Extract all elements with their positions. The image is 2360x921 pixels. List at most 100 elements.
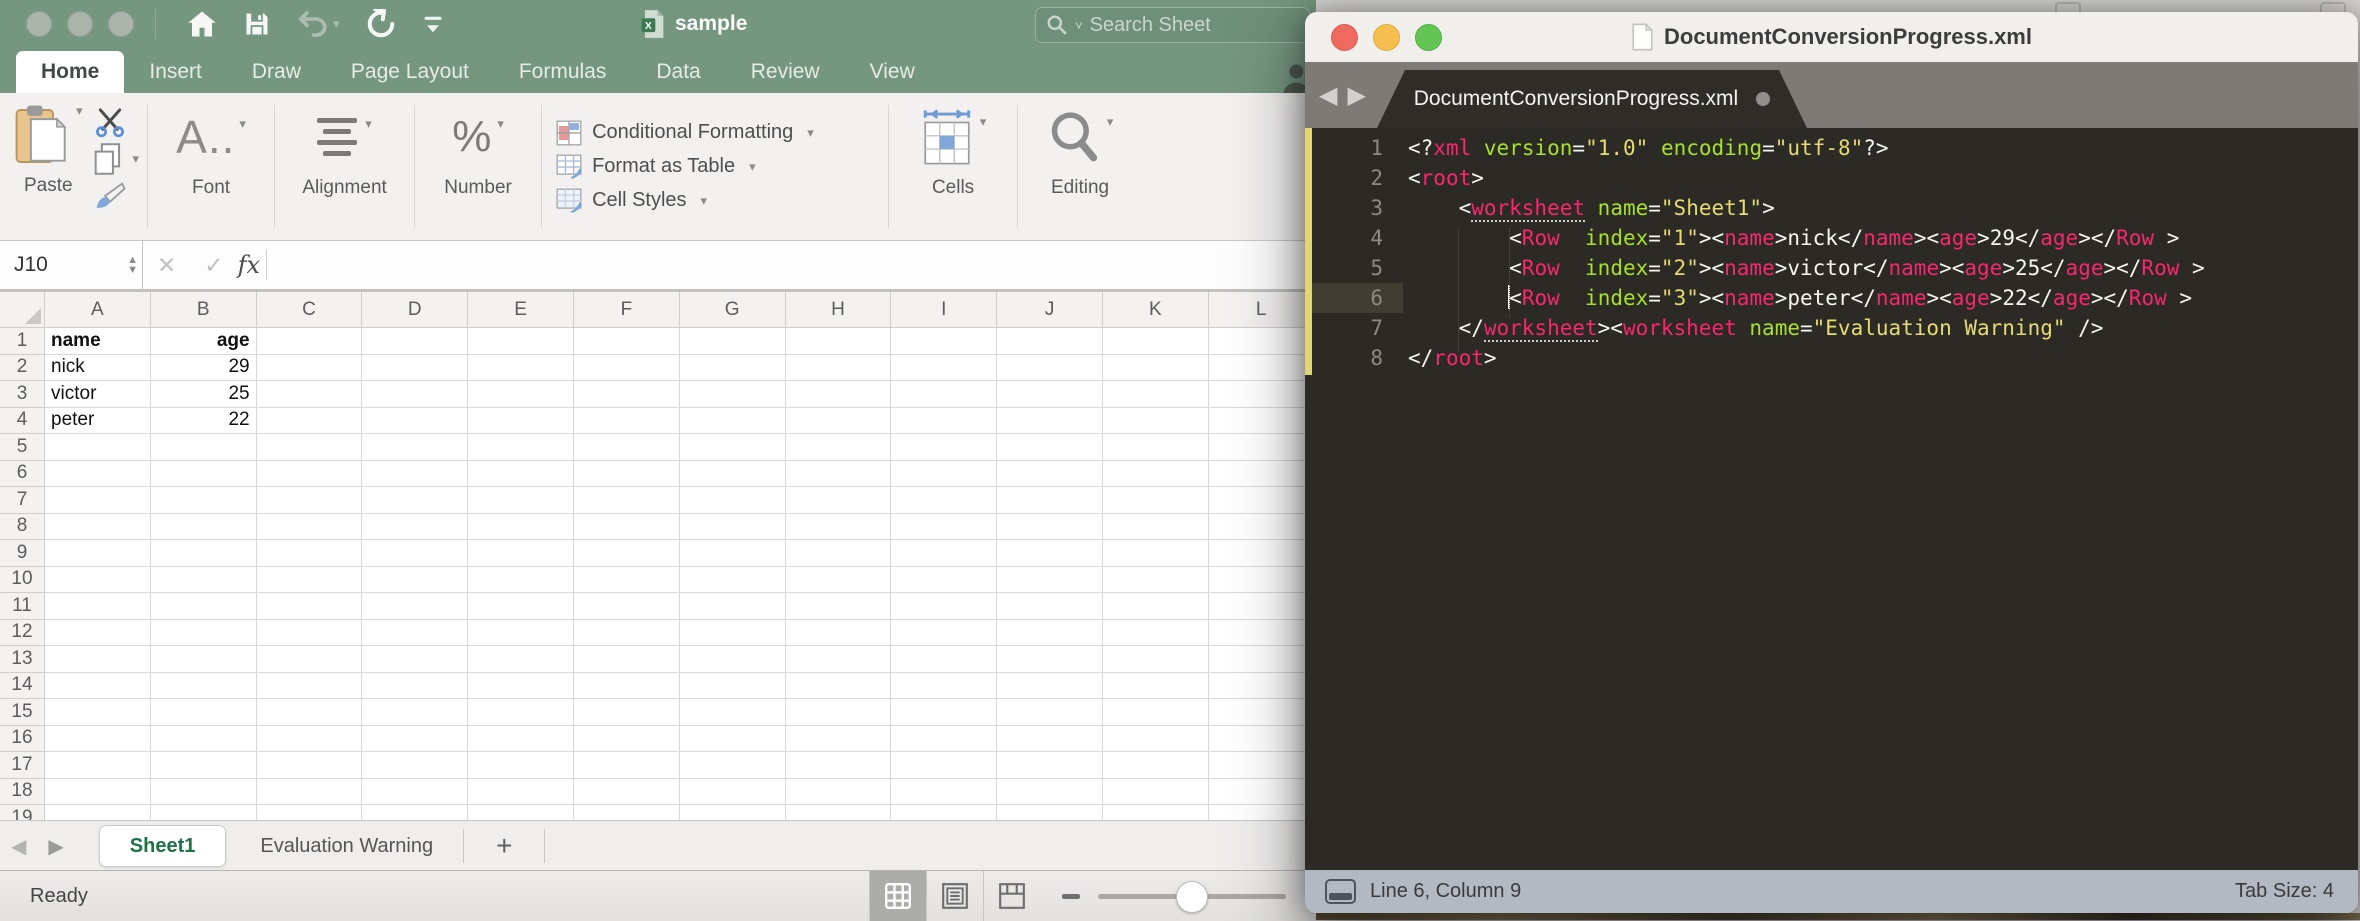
cell-B10[interactable] bbox=[151, 567, 257, 594]
column-header-a[interactable]: A bbox=[45, 292, 151, 328]
cell-F5[interactable] bbox=[574, 434, 680, 461]
cell-H3[interactable] bbox=[786, 381, 892, 408]
row-header-16[interactable]: 16 bbox=[0, 726, 45, 753]
cell-J3[interactable] bbox=[997, 381, 1103, 408]
cell-B2[interactable]: 29 bbox=[151, 355, 257, 382]
cut-button[interactable] bbox=[93, 107, 140, 137]
cell-J12[interactable] bbox=[997, 620, 1103, 647]
cell-C18[interactable] bbox=[257, 779, 363, 806]
cell-B17[interactable] bbox=[151, 752, 257, 779]
cell-C5[interactable] bbox=[257, 434, 363, 461]
sheet-tab-sheet1[interactable]: Sheet1 bbox=[99, 825, 227, 867]
column-header-k[interactable]: K bbox=[1103, 292, 1209, 328]
redo-icon[interactable] bbox=[366, 9, 396, 39]
ribbon-tab-review[interactable]: Review bbox=[726, 51, 845, 93]
cell-J10[interactable] bbox=[997, 567, 1103, 594]
cell-K6[interactable] bbox=[1103, 461, 1209, 488]
cell-H9[interactable] bbox=[786, 540, 892, 567]
cell-I12[interactable] bbox=[891, 620, 997, 647]
line-number[interactable]: 3 bbox=[1305, 193, 1403, 223]
cell-J17[interactable] bbox=[997, 752, 1103, 779]
cell-G18[interactable] bbox=[680, 779, 786, 806]
tab-size-setting[interactable]: Tab Size: 4 bbox=[2235, 880, 2334, 903]
search-sheet-box[interactable]: ˅ Search Sheet bbox=[1035, 7, 1310, 43]
cell-L4[interactable] bbox=[1209, 408, 1315, 435]
undo-icon[interactable]: ▾ bbox=[297, 10, 340, 38]
cell-G9[interactable] bbox=[680, 540, 786, 567]
search-scope-chevron-icon[interactable]: ˅ bbox=[1075, 18, 1083, 33]
page-break-view-button[interactable] bbox=[984, 871, 1040, 921]
column-header-f[interactable]: F bbox=[574, 292, 680, 328]
zoom-slider[interactable] bbox=[1098, 894, 1286, 899]
cell-L2[interactable] bbox=[1209, 355, 1315, 382]
column-header-e[interactable]: E bbox=[468, 292, 574, 328]
cell-H7[interactable] bbox=[786, 487, 892, 514]
code-line-3[interactable]: 3 <worksheet name="Sheet1"> bbox=[1305, 193, 2358, 223]
cell-J11[interactable] bbox=[997, 593, 1103, 620]
cell-F4[interactable] bbox=[574, 408, 680, 435]
cell-F8[interactable] bbox=[574, 514, 680, 541]
cell-D15[interactable] bbox=[362, 699, 468, 726]
cell-H5[interactable] bbox=[786, 434, 892, 461]
cell-H1[interactable] bbox=[786, 328, 892, 355]
cell-E10[interactable] bbox=[468, 567, 574, 594]
cell-H19[interactable] bbox=[786, 805, 892, 820]
cell-I14[interactable] bbox=[891, 673, 997, 700]
cells-group[interactable]: ▾ Cells bbox=[889, 93, 1017, 240]
cell-K12[interactable] bbox=[1103, 620, 1209, 647]
code-text[interactable]: <root> bbox=[1403, 163, 1484, 193]
cell-K17[interactable] bbox=[1103, 752, 1209, 779]
cell-styles-dropdown-icon[interactable]: ▾ bbox=[701, 193, 708, 209]
cell-E13[interactable] bbox=[468, 646, 574, 673]
cell-D16[interactable] bbox=[362, 726, 468, 753]
cell-D18[interactable] bbox=[362, 779, 468, 806]
row-header-6[interactable]: 6 bbox=[0, 461, 45, 488]
cell-F16[interactable] bbox=[574, 726, 680, 753]
cell-H11[interactable] bbox=[786, 593, 892, 620]
cell-D1[interactable] bbox=[362, 328, 468, 355]
cell-G4[interactable] bbox=[680, 408, 786, 435]
cell-D2[interactable] bbox=[362, 355, 468, 382]
cell-K1[interactable] bbox=[1103, 328, 1209, 355]
cell-I1[interactable] bbox=[891, 328, 997, 355]
cell-E12[interactable] bbox=[468, 620, 574, 647]
cell-B13[interactable] bbox=[151, 646, 257, 673]
cell-F13[interactable] bbox=[574, 646, 680, 673]
copy-button[interactable]: ▾ bbox=[93, 143, 140, 175]
cell-F19[interactable] bbox=[574, 805, 680, 820]
sheet-tab-evaluation-warning[interactable]: Evaluation Warning bbox=[230, 826, 463, 866]
cell-D13[interactable] bbox=[362, 646, 468, 673]
cell-G14[interactable] bbox=[680, 673, 786, 700]
zoom-slider-knob[interactable] bbox=[1176, 881, 1208, 913]
cell-D5[interactable] bbox=[362, 434, 468, 461]
select-all-corner[interactable] bbox=[0, 292, 45, 328]
cell-E17[interactable] bbox=[468, 752, 574, 779]
paste-dropdown-icon[interactable]: ▾ bbox=[76, 103, 83, 119]
name-box-stepper[interactable]: ▲▼ bbox=[127, 255, 138, 275]
cell-E5[interactable] bbox=[468, 434, 574, 461]
cell-H6[interactable] bbox=[786, 461, 892, 488]
cell-I4[interactable] bbox=[891, 408, 997, 435]
number-group[interactable]: %▾ Number bbox=[415, 93, 541, 240]
line-number[interactable]: 1 bbox=[1305, 133, 1403, 163]
cell-F12[interactable] bbox=[574, 620, 680, 647]
cell-K15[interactable] bbox=[1103, 699, 1209, 726]
code-text[interactable]: </root> bbox=[1403, 343, 1497, 373]
zoom-window-button[interactable] bbox=[108, 11, 134, 37]
cell-B3[interactable]: 25 bbox=[151, 381, 257, 408]
cell-J6[interactable] bbox=[997, 461, 1103, 488]
code-text[interactable]: <?xml version="1.0" encoding="utf-8"?> bbox=[1403, 133, 1889, 163]
cell-B19[interactable] bbox=[151, 805, 257, 820]
row-header-7[interactable]: 7 bbox=[0, 487, 45, 514]
format-as-table-button[interactable]: Format as Table ▾ bbox=[556, 154, 874, 180]
back-tab-icon[interactable]: ◀ bbox=[1319, 81, 1337, 110]
cell-K3[interactable] bbox=[1103, 381, 1209, 408]
cell-L18[interactable] bbox=[1209, 779, 1315, 806]
cell-J1[interactable] bbox=[997, 328, 1103, 355]
cell-B6[interactable] bbox=[151, 461, 257, 488]
cell-G2[interactable] bbox=[680, 355, 786, 382]
ribbon-tab-data[interactable]: Data bbox=[631, 51, 725, 93]
cell-C15[interactable] bbox=[257, 699, 363, 726]
cell-E14[interactable] bbox=[468, 673, 574, 700]
format-painter-button[interactable] bbox=[93, 181, 140, 213]
